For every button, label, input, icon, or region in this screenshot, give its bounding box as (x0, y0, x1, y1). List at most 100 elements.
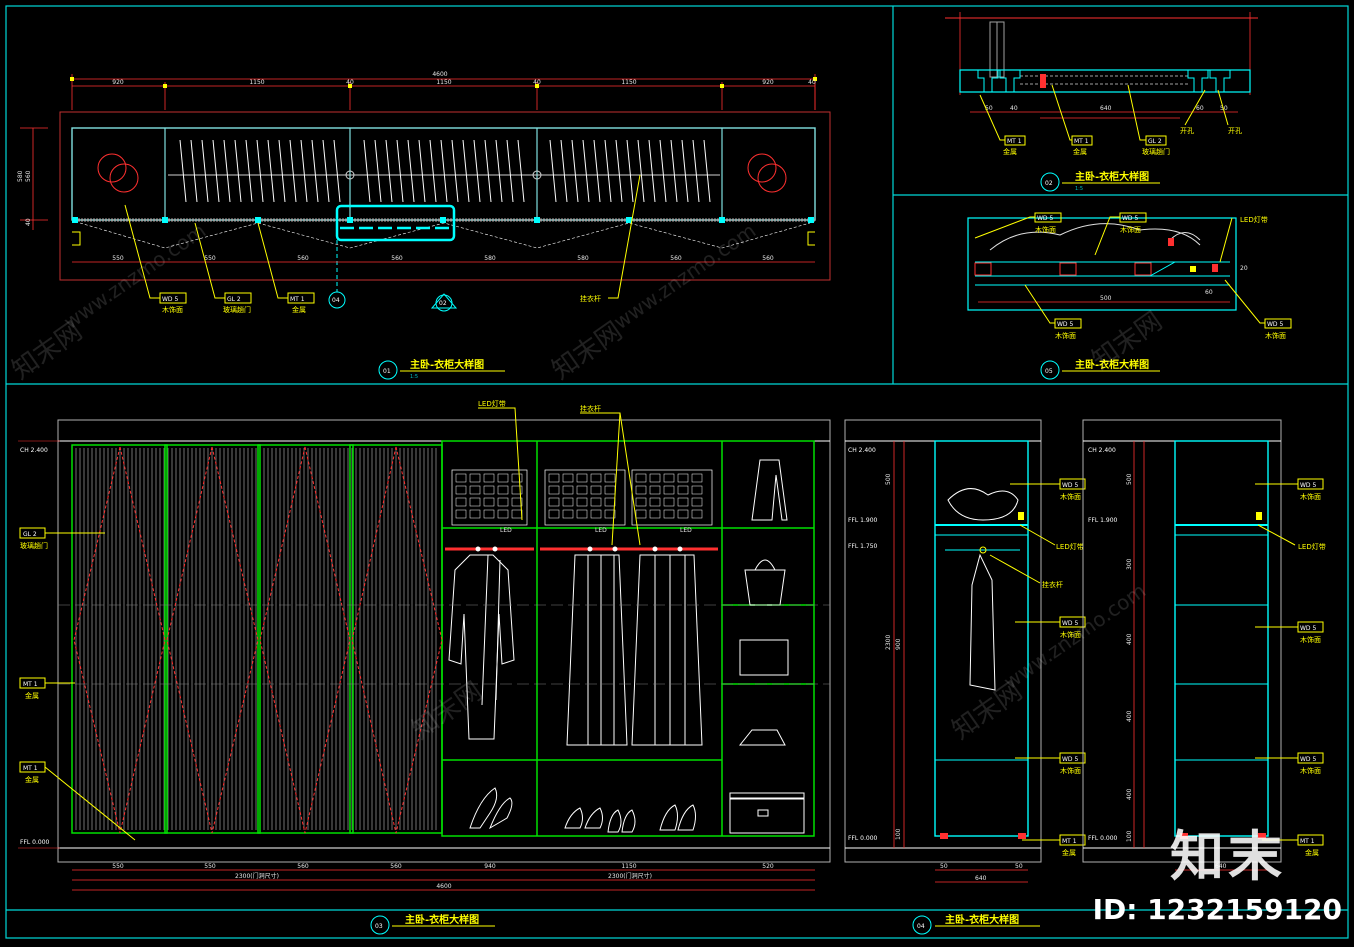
s6-note-led: LED灯带 (1298, 542, 1326, 551)
lattice-cell (469, 509, 481, 519)
lattice-cell (590, 485, 602, 495)
plan-hanger (626, 139, 634, 203)
s4-callout-code-4: MT 1 (1062, 838, 1077, 845)
plan-hanger (322, 139, 330, 203)
lattice-cell (483, 509, 495, 519)
lattice-cell (511, 473, 523, 483)
lattice-cell (663, 509, 675, 519)
s6-callout-text-3: 木饰面 (1300, 766, 1321, 775)
plan-bdim-5: 580 (484, 255, 496, 262)
plan-bdim-8: 560 (762, 255, 774, 262)
s4-callout-text-1: 木饰面 (1060, 492, 1081, 501)
watermark-site-2: www.znzmo.com (609, 218, 760, 334)
lattice-cell (691, 497, 703, 507)
plan-dim-7: 920 (762, 79, 774, 86)
section-marker-02: 02 (439, 300, 447, 307)
plan-hanger (385, 139, 393, 203)
plan-hanger (692, 139, 700, 203)
s4-callout-code-3: WD 5 (1062, 756, 1078, 763)
plan-bdim-3: 560 (297, 255, 309, 262)
plan-hanger (440, 139, 448, 203)
s4-callout-text-4: 金属 (1062, 848, 1076, 857)
plan-hanger (333, 139, 341, 203)
brand-logo-text: 知末 (1170, 825, 1286, 888)
d5-callout-code-2: WD 5 (1122, 215, 1138, 222)
title-01: 主卧-衣柜大样图 (410, 358, 484, 371)
callout-code-wd5: WD 5 (162, 296, 178, 303)
s6-callout-text-1: 木饰面 (1300, 492, 1321, 501)
s4-wdim-3: 50 (1015, 863, 1023, 870)
lattice-cell (663, 497, 675, 507)
lattice-cell (590, 497, 602, 507)
s4-level-ch: CH 2.400 (848, 447, 876, 454)
s4-callout-code-1: WD 5 (1062, 482, 1078, 489)
side-section-2: 500 300 400 400 400 100 CH 2.400 FFL 1.9… (1082, 419, 1326, 871)
watermark-cn-2: 知末网 (547, 316, 628, 385)
lattice-cell (576, 485, 588, 495)
lattice-cell (469, 485, 481, 495)
lattice-cell (604, 497, 616, 507)
s4-level-ffl1: FFL 1.900 (848, 517, 878, 524)
lattice-cell (548, 509, 560, 519)
plan-overall-dim: 4600 (432, 71, 447, 78)
led-small-2: LED (595, 527, 607, 534)
view-number-05: 05 (1045, 368, 1053, 375)
d5-dim-2: 60 (1205, 289, 1213, 296)
d5-callout-code-4: WD 5 (1267, 321, 1283, 328)
elev-bdim-5: 940 (484, 863, 496, 870)
door-hatch (75, 448, 437, 830)
elev-bdim-4: 560 (390, 863, 402, 870)
callout-text-metal: 金属 (292, 305, 306, 314)
d5-dim-3: 20 (1240, 265, 1248, 272)
lattice-cell (635, 473, 647, 483)
lattice-cell (635, 497, 647, 507)
s6-callout-text-4: 金属 (1305, 848, 1319, 857)
section-marker-04: 04 (332, 297, 340, 304)
s6-callout-code-4: MT 1 (1300, 838, 1315, 845)
lattice-cell (677, 509, 689, 519)
d5-callout-text-3: 木饰面 (1055, 331, 1076, 340)
elev-total-left: 2300(门洞尺寸) (235, 872, 279, 880)
elev-callout-code-2: MT 1 (23, 681, 38, 688)
lattice-cell (604, 473, 616, 483)
lattice-cell (469, 473, 481, 483)
d2-dim-3: 640 (1100, 105, 1112, 112)
plan-hanger (278, 139, 286, 203)
plan-hdim-3: 40 (25, 218, 32, 226)
lattice-pattern (455, 473, 703, 519)
d5-callout-text-2: 木饰面 (1120, 225, 1141, 234)
top-plan-view: 4600 920 1150 40 1150 40 1150 920 40 550… (17, 71, 831, 380)
lattice-cell (663, 473, 675, 483)
s6-callout-code-3: WD 5 (1300, 756, 1316, 763)
plan-hanger (190, 139, 198, 203)
elev-bdim-7: 520 (762, 863, 774, 870)
plan-hanger (637, 139, 645, 203)
view-number-01: 01 (383, 368, 391, 375)
plan-hanger (223, 139, 231, 203)
d2-callout-code-1: MT 1 (1007, 138, 1022, 145)
plan-dim-3: 40 (346, 79, 354, 86)
lattice-cell (691, 509, 703, 519)
plan-hanger (300, 139, 308, 203)
plan-hanger (201, 139, 209, 203)
lattice-cell (691, 485, 703, 495)
plan-hanger (560, 139, 568, 203)
plan-hanger (506, 139, 514, 203)
plan-dim-4: 1150 (436, 79, 451, 86)
plan-hanger (363, 139, 371, 203)
d2-dim-4: 60 (1196, 105, 1204, 112)
lattice-cell (677, 473, 689, 483)
plan-hanger (604, 139, 612, 203)
title-02-scale: 1:5 (1075, 186, 1083, 192)
lattice-cell (497, 485, 509, 495)
section-detail-02: 50 40 640 60 50 MT 1 金属 MT 1 金属 GL 2 玻璃趟… (945, 12, 1258, 192)
title-01-scale: 1:5 (410, 374, 418, 380)
plan-hanger (659, 139, 667, 203)
d2-note-1: 开孔 (1180, 127, 1194, 135)
lattice-cell (649, 509, 661, 519)
d2-callout-text-2: 金属 (1073, 147, 1087, 156)
s4-note-led: LED灯带 (1056, 542, 1084, 551)
lattice-cell (455, 497, 467, 507)
plan-bdim-1: 550 (112, 255, 124, 262)
asset-id: ID: 1232159120 (1092, 893, 1342, 926)
